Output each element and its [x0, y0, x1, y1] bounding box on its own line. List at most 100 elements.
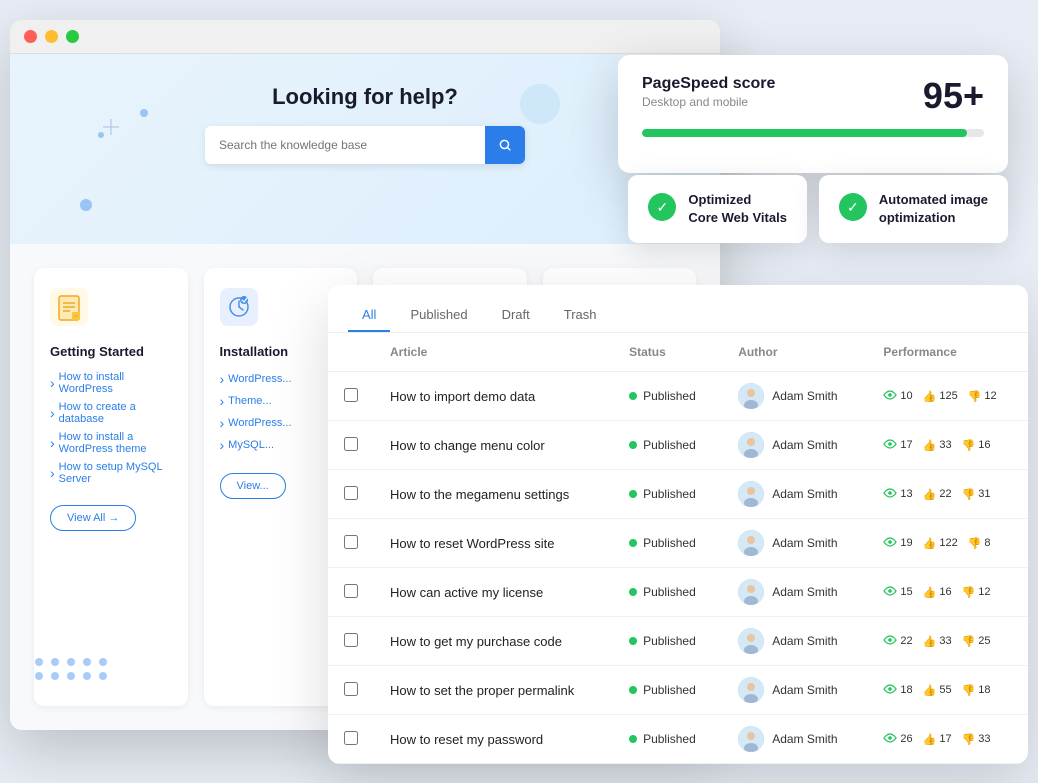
- status-text-3: Published: [643, 536, 696, 550]
- tab-all[interactable]: All: [348, 299, 390, 332]
- author-name-2: Adam Smith: [772, 487, 837, 501]
- perf-dislikes-7: 👎 33: [962, 733, 991, 746]
- perf-views-6: 18: [883, 684, 912, 697]
- row-status-0: Published: [613, 372, 722, 421]
- row-checkbox-2[interactable]: [344, 486, 358, 500]
- thumb-down-icon-7: 👎: [962, 733, 976, 746]
- row-checkbox-cell[interactable]: [328, 617, 374, 666]
- row-checkbox-4[interactable]: [344, 584, 358, 598]
- author-avatar-2: [738, 481, 764, 507]
- thumb-up-icon-1: 👍: [923, 439, 937, 452]
- tab-trash[interactable]: Trash: [550, 299, 611, 332]
- tab-published[interactable]: Published: [396, 299, 481, 332]
- row-perf-0: 10 👍 125 👎 12: [867, 372, 1028, 421]
- link-wp2[interactable]: WordPress...: [220, 415, 342, 431]
- thumb-down-icon-0: 👎: [968, 390, 982, 403]
- col-author: Author: [722, 333, 867, 372]
- status-dot-2: [629, 490, 637, 498]
- row-status-6: Published: [613, 666, 722, 715]
- views-count-4: 15: [900, 586, 912, 598]
- table-row: How can active my license Published Adam…: [328, 568, 1028, 617]
- row-checkbox-cell[interactable]: [328, 470, 374, 519]
- row-status-3: Published: [613, 519, 722, 568]
- eye-icon-1: [883, 439, 897, 452]
- row-title-7: How to reset my password: [374, 715, 613, 764]
- perf-dislikes-5: 👎 25: [962, 635, 991, 648]
- author-avatar-5: [738, 628, 764, 654]
- row-checkbox-cell[interactable]: [328, 666, 374, 715]
- pagespeed-card: PageSpeed score Desktop and mobile 95+: [618, 55, 1008, 173]
- perf-views-7: 26: [883, 733, 912, 746]
- status-dot-0: [629, 392, 637, 400]
- hero-heading: Looking for help?: [30, 84, 700, 110]
- row-checkbox-cell[interactable]: [328, 568, 374, 617]
- status-text-2: Published: [643, 487, 696, 501]
- perf-views-4: 15: [883, 586, 912, 599]
- thumb-down-icon-5: 👎: [962, 635, 976, 648]
- close-button[interactable]: [24, 30, 37, 43]
- dislikes-count-4: 12: [978, 586, 990, 598]
- maximize-button[interactable]: [66, 30, 79, 43]
- installation-icon: [220, 288, 342, 334]
- perf-dislikes-0: 👎 12: [968, 390, 997, 403]
- col-status: Status: [613, 333, 722, 372]
- getting-started-view-all[interactable]: View All →: [50, 505, 136, 531]
- row-checkbox-1[interactable]: [344, 437, 358, 451]
- feature-img-text: Automated imageoptimization: [879, 191, 988, 227]
- likes-count-6: 55: [939, 684, 951, 696]
- author-name-7: Adam Smith: [772, 732, 837, 746]
- row-checkbox-cell[interactable]: [328, 372, 374, 421]
- row-checkbox-6[interactable]: [344, 682, 358, 696]
- perf-dislikes-3: 👎 8: [968, 537, 991, 550]
- thumb-up-icon-0: 👍: [923, 390, 937, 403]
- row-checkbox-0[interactable]: [344, 388, 358, 402]
- row-status-5: Published: [613, 617, 722, 666]
- link-install-theme[interactable]: How to install a WordPress theme: [50, 431, 172, 455]
- row-checkbox-5[interactable]: [344, 633, 358, 647]
- search-button[interactable]: [485, 126, 525, 164]
- eye-icon-3: [883, 537, 897, 550]
- link-wp1[interactable]: WordPress...: [220, 371, 342, 387]
- row-perf-7: 26 👍 17 👎 33: [867, 715, 1028, 764]
- getting-started-title: Getting Started: [50, 344, 172, 359]
- likes-count-0: 125: [939, 390, 957, 402]
- minimize-button[interactable]: [45, 30, 58, 43]
- titlebar: [10, 20, 720, 54]
- row-checkbox-cell[interactable]: [328, 421, 374, 470]
- link-create-database[interactable]: How to create a database: [50, 401, 172, 425]
- search-input[interactable]: [205, 128, 485, 162]
- views-count-2: 13: [900, 488, 912, 500]
- row-checkbox-3[interactable]: [344, 535, 358, 549]
- row-checkbox-cell[interactable]: [328, 519, 374, 568]
- perf-likes-3: 👍 122: [923, 537, 958, 550]
- pagespeed-progress-bar: [642, 129, 984, 137]
- author-avatar-4: [738, 579, 764, 605]
- installation-view-all[interactable]: View...: [220, 473, 286, 499]
- row-perf-3: 19 👍 122 👎 8: [867, 519, 1028, 568]
- thumb-down-icon-3: 👎: [968, 537, 982, 550]
- feature-core-web-vitals: ✓ OptimizedCore Web Vitals: [628, 175, 807, 243]
- likes-count-3: 122: [939, 537, 957, 549]
- link-mysql[interactable]: MySQL...: [220, 437, 342, 453]
- table-tabs: All Published Draft Trash: [328, 285, 1028, 333]
- pagespeed-title: PageSpeed score: [642, 75, 775, 93]
- status-text-1: Published: [643, 438, 696, 452]
- row-title-1: How to change menu color: [374, 421, 613, 470]
- row-author-6: Adam Smith: [722, 666, 867, 715]
- row-perf-4: 15 👍 16 👎 12: [867, 568, 1028, 617]
- tab-draft[interactable]: Draft: [488, 299, 544, 332]
- link-theme[interactable]: Theme...: [220, 393, 342, 409]
- link-install-wordpress[interactable]: How to install WordPress: [50, 371, 172, 395]
- status-dot-4: [629, 588, 637, 596]
- col-checkbox: [328, 333, 374, 372]
- link-setup-mysql[interactable]: How to setup MySQL Server: [50, 461, 172, 485]
- thumb-down-icon-6: 👎: [962, 684, 976, 697]
- perf-views-5: 22: [883, 635, 912, 648]
- feature-cvw-text: OptimizedCore Web Vitals: [688, 191, 787, 227]
- eye-icon-0: [883, 390, 897, 403]
- row-checkbox-cell[interactable]: [328, 715, 374, 764]
- status-text-4: Published: [643, 585, 696, 599]
- row-checkbox-7[interactable]: [344, 731, 358, 745]
- search-bar[interactable]: [205, 126, 525, 164]
- table-row: How to change menu color Published Adam …: [328, 421, 1028, 470]
